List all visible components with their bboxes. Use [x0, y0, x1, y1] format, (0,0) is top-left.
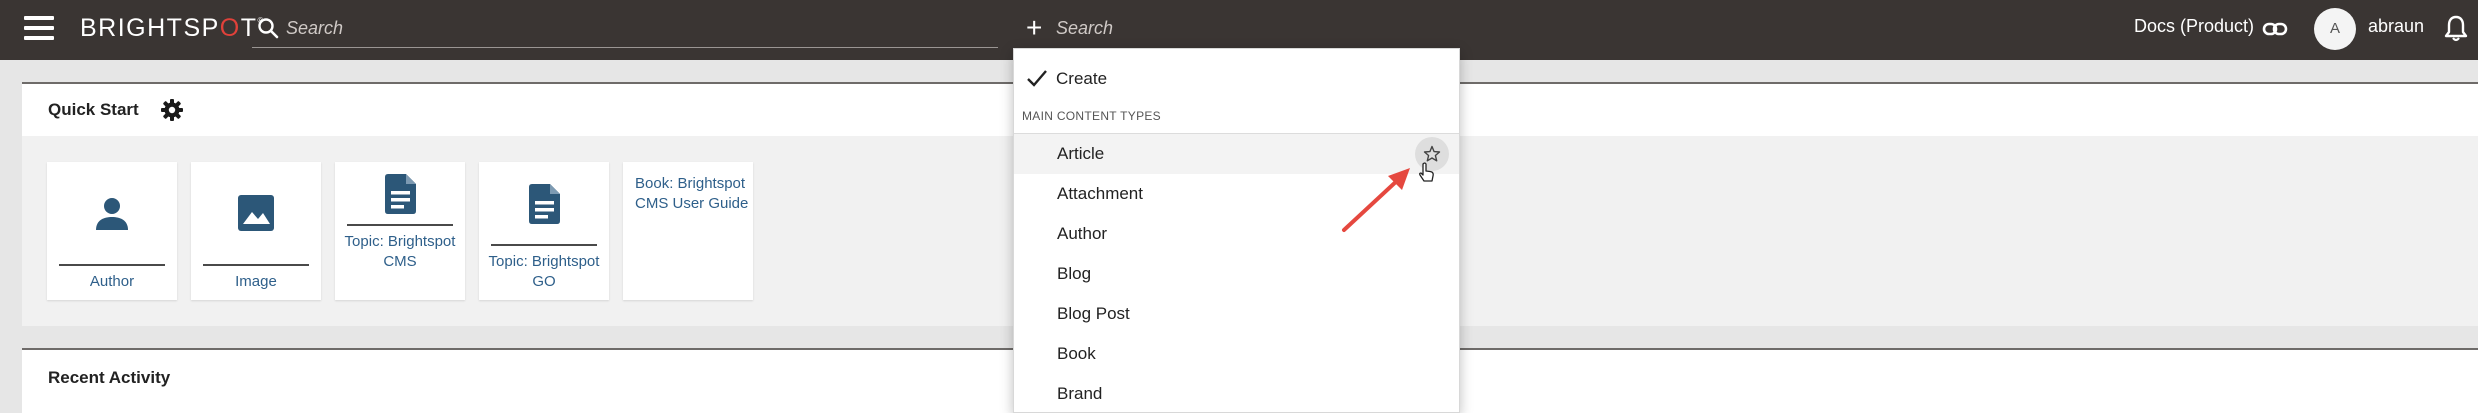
tile-label: Image: [235, 273, 277, 290]
tile-topic-brightspot-cms[interactable]: Topic: Brightspot CMS: [335, 162, 465, 300]
person-icon: [47, 196, 177, 237]
pointer-hand-icon: [1418, 162, 1436, 189]
image-icon: [191, 194, 321, 237]
global-search: [252, 12, 998, 48]
menu-item-label: Blog: [1057, 264, 1092, 283]
create-option-label: Create: [1056, 69, 1108, 88]
document-icon: [479, 184, 609, 229]
menu-item-label: Attachment: [1057, 184, 1143, 203]
hamburger-menu-icon[interactable]: [24, 16, 56, 40]
bell-icon[interactable]: [2444, 14, 2468, 47]
menu-item-label: Blog Post: [1057, 304, 1130, 323]
tile-author[interactable]: Author: [47, 162, 177, 300]
menu-item-brand[interactable]: Brand: [1014, 374, 1459, 413]
tile-topic-brightspot-go[interactable]: Topic: Brightspot GO: [479, 162, 609, 300]
tile-label: Author: [89, 273, 135, 290]
site-selector[interactable]: Docs (Product): [2134, 16, 2254, 37]
brightspot-logo[interactable]: BRIGHTSPOT®: [80, 14, 265, 43]
link-icon[interactable]: [2262, 16, 2288, 47]
username[interactable]: abraun: [2368, 16, 2424, 37]
checkmark-icon: [1026, 67, 1048, 94]
tile-divider: [347, 224, 453, 226]
menu-item-label: Book: [1057, 344, 1096, 363]
annotation-arrow-icon: [1336, 164, 1416, 241]
plus-icon[interactable]: +: [1026, 14, 1042, 42]
tile-divider: [203, 264, 309, 266]
tile-label: Topic: Brightspot CMS: [344, 233, 456, 270]
menu-item-blog-post[interactable]: Blog Post: [1014, 294, 1459, 334]
quick-start-title: Quick Start: [48, 100, 139, 119]
menu-item-label: Author: [1057, 224, 1108, 243]
menu-item-book[interactable]: Book: [1014, 334, 1459, 374]
create-search-input[interactable]: [1056, 18, 1456, 39]
avatar[interactable]: A: [2314, 8, 2356, 50]
tile-label: Topic: Brightspot GO: [488, 253, 600, 290]
create-option[interactable]: Create: [1014, 61, 1459, 97]
tile-book-user-guide[interactable]: Book: Brightspot CMS User Guide: [623, 162, 753, 300]
tile-label: Book: Brightspot CMS User Guide: [635, 175, 749, 212]
search-input[interactable]: [286, 18, 986, 39]
menu-item-label: Brand: [1057, 384, 1103, 403]
menu-item-label: Article: [1057, 144, 1105, 163]
search-icon[interactable]: [256, 16, 280, 45]
content-type-list: Article Attachment Author Blog Blog Post…: [1014, 133, 1459, 403]
recent-activity-title: Recent Activity: [48, 368, 171, 387]
tile-divider: [59, 264, 165, 266]
tile-image[interactable]: Image: [191, 162, 321, 300]
tile-divider: [491, 244, 597, 246]
create-search: +: [1018, 12, 1466, 48]
menu-item-blog[interactable]: Blog: [1014, 254, 1459, 294]
document-icon: [335, 174, 465, 219]
section-heading: MAIN CONTENT TYPES: [1022, 109, 1161, 123]
gear-icon[interactable]: [160, 98, 184, 127]
